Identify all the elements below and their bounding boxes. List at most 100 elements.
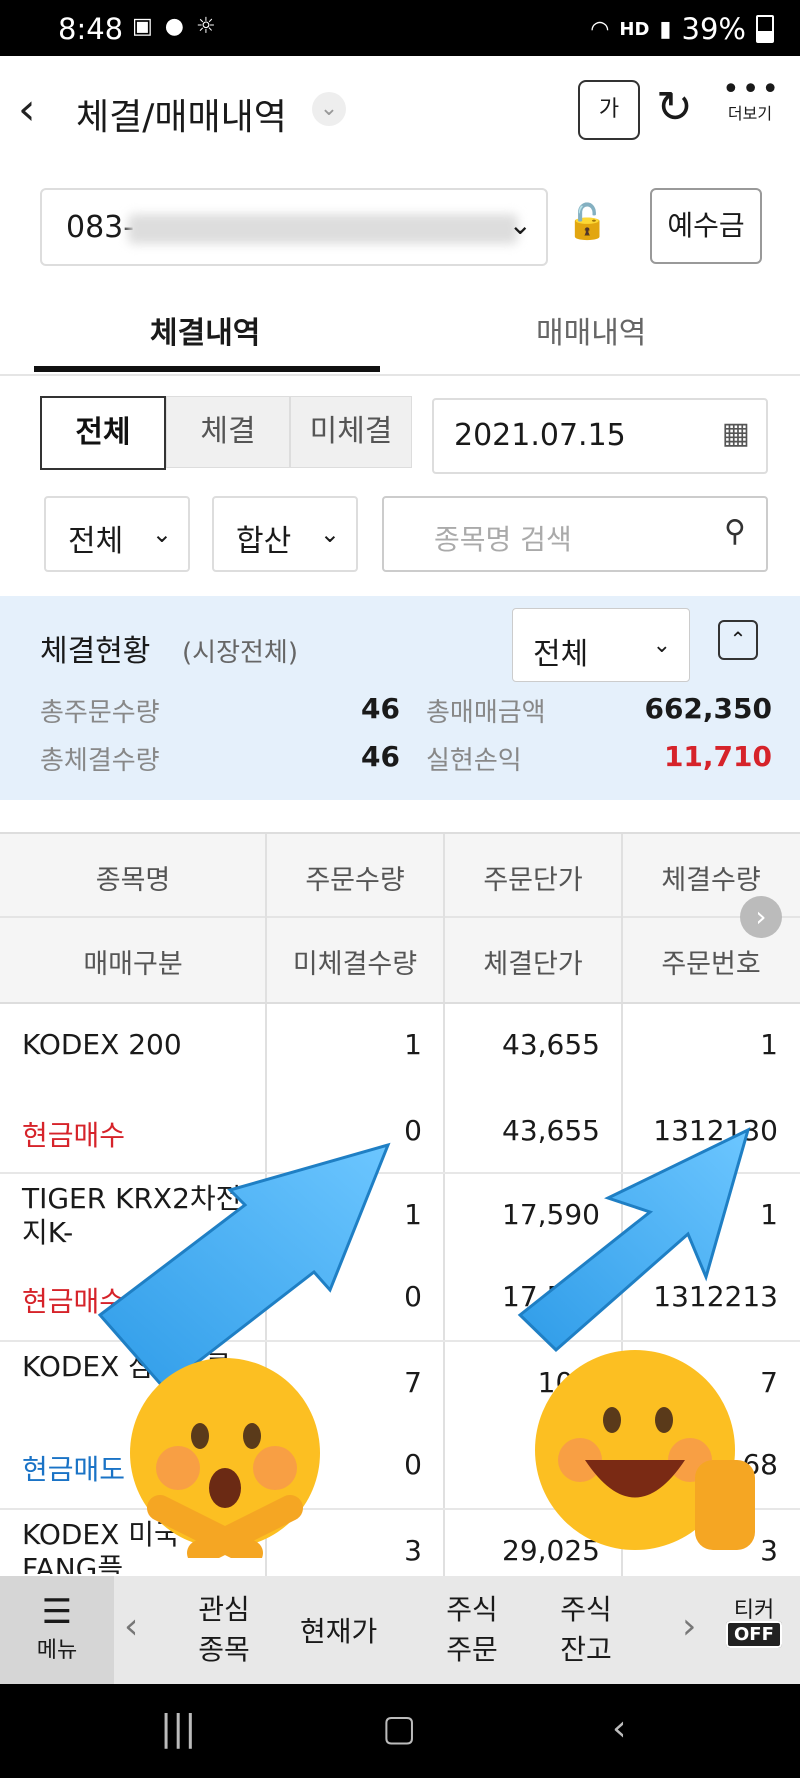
row-exec-price: 10 xyxy=(564,1448,600,1481)
nav-stock-balance[interactable]: 주식 잔고 xyxy=(548,1590,624,1670)
row-stock-name: KODEX 미국FANG플 xyxy=(22,1518,180,1574)
search-placeholder: 종목명 검색 xyxy=(434,523,572,556)
row-side: 현금매수 xyxy=(22,1119,126,1152)
filter-executed[interactable]: 체결 xyxy=(166,396,290,468)
chevron-down-icon: ⌄ xyxy=(151,520,172,548)
col-divider xyxy=(621,834,623,1002)
search-icon[interactable]: ⚲ xyxy=(724,514,746,549)
row-order-no: 1312213 xyxy=(653,1280,778,1313)
nav-next-icon[interactable]: › xyxy=(682,1606,696,1647)
notification-icons: ▣ ● ☼ xyxy=(132,14,216,39)
arrow-right xyxy=(517,1127,751,1353)
battery-percent: 39% xyxy=(681,12,746,46)
more-dots-icon: ••• xyxy=(722,72,782,107)
ticker-toggle[interactable]: 티커 OFF xyxy=(726,1592,782,1648)
battery-icon xyxy=(756,15,774,43)
filter-unexecuted[interactable]: 미체결 xyxy=(290,396,412,468)
summary-subtitle: (시장전체) xyxy=(182,638,298,668)
chevron-down-icon: ⌄ xyxy=(319,520,340,548)
summary-title: 체결현황 xyxy=(40,634,151,669)
col-stock-name: 종목명 xyxy=(95,865,171,896)
sum-dropdown[interactable]: 합산 ⌄ xyxy=(212,496,358,572)
row-exec-price: 17,590 xyxy=(502,1280,600,1313)
row-side: 현금매수 xyxy=(22,1285,126,1318)
signal-icon: ▮ xyxy=(659,16,672,42)
row-side: 현금매도 xyxy=(22,1453,126,1486)
row-exec-price: 43,655 xyxy=(502,1114,600,1147)
row-exec-qty: 3 xyxy=(760,1534,778,1567)
account-select[interactable]: 083- ⌄ xyxy=(40,188,548,266)
col-exec-qty: 체결수량 xyxy=(661,865,761,896)
font-size-button[interactable]: 가 xyxy=(578,80,640,140)
row-unexec-qty: 0 xyxy=(404,1448,422,1481)
account-row: 083- ⌄ 🔓 예수금 xyxy=(0,188,800,268)
row-order-qty: 1 xyxy=(404,1198,422,1231)
more-label: 더보기 xyxy=(727,104,773,123)
type-dropdown[interactable]: 전체 ⌄ xyxy=(44,496,190,572)
col-divider xyxy=(265,834,267,1002)
total-exec-qty: 46 xyxy=(361,740,400,773)
stock-search-input[interactable]: 종목명 검색 ⚲ xyxy=(382,496,768,572)
col-order-no: 주문번호 xyxy=(661,949,761,980)
market-dropdown-value: 전체 xyxy=(533,637,589,672)
row-exec-qty: 7 xyxy=(760,1366,778,1399)
total-exec-qty-label: 총체결수량 xyxy=(40,746,160,776)
home-icon[interactable]: ▢ xyxy=(382,1708,416,1749)
wifi-icon: ◠ xyxy=(590,16,610,42)
refresh-icon[interactable]: ↻ xyxy=(656,82,693,133)
row-order-no: 1312130 xyxy=(653,1114,778,1147)
market-dropdown[interactable]: 전체 ⌄ xyxy=(512,608,690,682)
row-divider xyxy=(0,1508,800,1510)
row-stock-name: KODEX 200 xyxy=(22,1028,182,1061)
active-tab-indicator xyxy=(34,366,380,372)
nav-watchlist[interactable]: 관심 종목 xyxy=(186,1590,262,1670)
tab-trades[interactable]: 매매내역 xyxy=(536,308,646,352)
col-divider xyxy=(443,834,445,1002)
unlock-icon[interactable]: 🔓 xyxy=(566,202,608,242)
scroll-right-icon[interactable]: › xyxy=(740,896,782,938)
more-button[interactable]: ••• 더보기 xyxy=(722,72,782,124)
filter-all[interactable]: 전체 xyxy=(40,396,166,470)
type-dropdown-value: 전체 xyxy=(68,524,124,559)
nav-prev-icon[interactable]: ‹ xyxy=(124,1606,138,1647)
row-unexec-qty: 0 xyxy=(404,1114,422,1147)
table-header: 종목명 주문수량 주문단가 체결수량 매매구분 미체결수량 체결단가 주문번호 … xyxy=(0,832,800,1004)
total-order-qty: 46 xyxy=(361,692,400,725)
row-order-price: 29,025 xyxy=(502,1534,600,1567)
row-order-price: 10,5 xyxy=(537,1366,600,1399)
system-nav-bar: ||| ▢ ‹ xyxy=(0,1684,800,1778)
back-icon[interactable]: ‹ xyxy=(18,84,36,135)
execution-summary: 체결현황 (시장전체) 전체 ⌄ ⌃ 총주문수량 46 총매매금액 662,35… xyxy=(0,596,800,800)
row-stock-name: KODEX 삼성그룹 xyxy=(22,1350,232,1383)
header-divider xyxy=(0,916,800,918)
collapse-icon[interactable]: ⌃ xyxy=(718,620,758,660)
date-picker[interactable]: 2021.07.15 ▦ xyxy=(432,398,768,474)
total-trade-amount-label: 총매매금액 xyxy=(426,698,546,728)
deposit-button[interactable]: 예수금 xyxy=(650,188,762,264)
recent-apps-icon[interactable]: ||| xyxy=(160,1708,196,1749)
sum-dropdown-value: 합산 xyxy=(236,524,292,559)
nav-stock-order[interactable]: 주식 주문 xyxy=(434,1590,510,1670)
nav-current-price[interactable]: 현재가 xyxy=(300,1610,377,1650)
title-dropdown-icon[interactable]: ⌄ xyxy=(312,92,346,126)
hamburger-icon: ☰ xyxy=(41,1592,73,1632)
network-label: HD xyxy=(619,18,650,40)
execution-filter: 전체 체결 미체결 xyxy=(40,396,412,470)
menu-button[interactable]: ☰ 메뉴 xyxy=(0,1576,114,1684)
total-trade-amount: 662,350 xyxy=(644,692,772,725)
row-stock-name: TIGER KRX2차전지K- xyxy=(22,1182,242,1249)
tab-bar: 체결내역 매매내역 xyxy=(0,284,800,376)
page-title: 체결/매매내역 xyxy=(76,97,287,138)
weather-icon: ☼ xyxy=(196,14,216,39)
total-order-qty-label: 총주문수량 xyxy=(40,698,160,728)
col-unexec-qty: 미체결수량 xyxy=(292,949,418,980)
row-exec-qty: 1 xyxy=(760,1198,778,1231)
row-exec-qty: 1 xyxy=(760,1028,778,1061)
row-order-qty: 3 xyxy=(404,1534,422,1567)
row-order-price: 43,655 xyxy=(502,1028,600,1061)
status-bar: 8:48 ▣ ● ☼ ◠ HD ▮ 39% xyxy=(0,0,800,56)
row-unexec-qty: 0 xyxy=(404,1280,422,1313)
realized-pl-label: 실현손익 xyxy=(426,746,522,776)
tab-executions[interactable]: 체결내역 xyxy=(150,308,260,352)
back-nav-icon[interactable]: ‹ xyxy=(612,1708,626,1749)
